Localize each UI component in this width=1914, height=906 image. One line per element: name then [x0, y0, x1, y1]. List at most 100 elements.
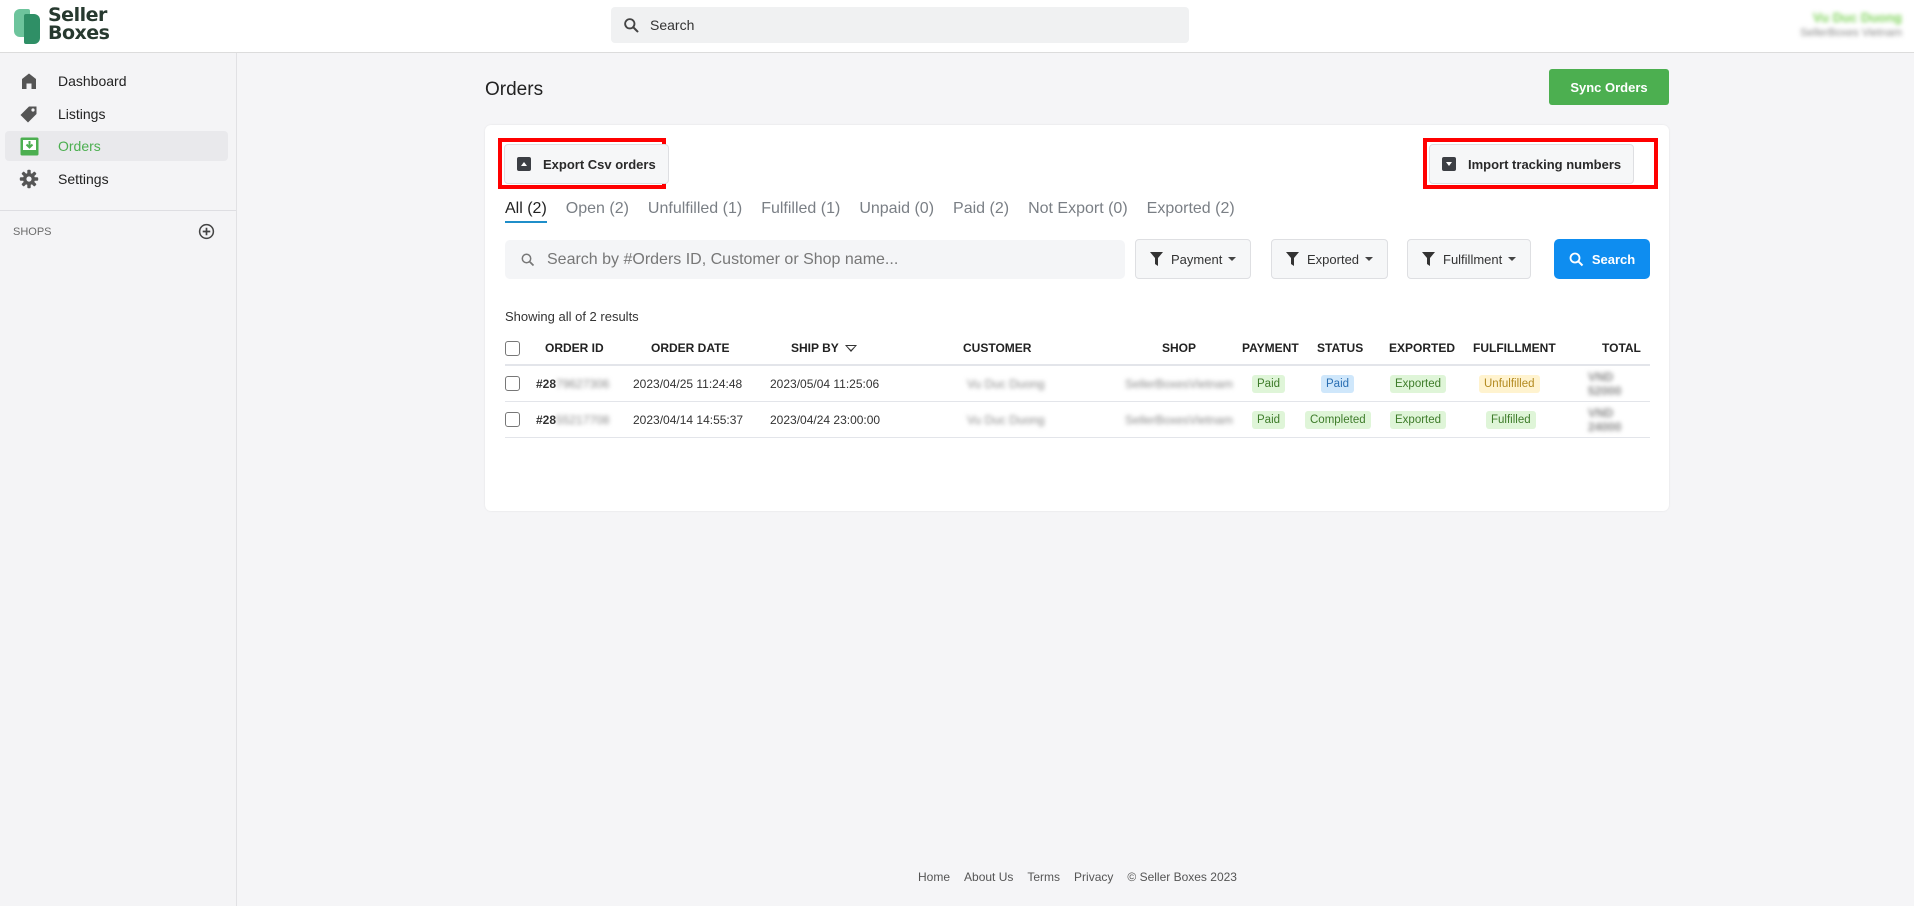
tab-open[interactable]: Open (2) — [566, 200, 629, 223]
col-exported[interactable]: EXPORTED — [1389, 332, 1455, 364]
home-icon — [19, 71, 39, 91]
search-button-label: Search — [1591, 251, 1636, 267]
import-tracking-button[interactable]: Import tracking numbers — [1429, 144, 1635, 184]
footer-link-privacy[interactable]: Privacy — [1074, 870, 1113, 884]
order-total: VND 24000 — [1588, 405, 1622, 434]
fulfillment-filter-label: Fulfillment — [1443, 251, 1503, 267]
orders-search-input[interactable]: Search by #Orders ID, Customer or Shop n… — [505, 240, 1125, 279]
exported-badge: Exported — [1390, 374, 1447, 393]
sidebar-item-label: Orders — [58, 138, 101, 154]
download-tray-icon — [19, 136, 39, 156]
search-button[interactable]: Search — [1554, 239, 1650, 279]
table-row[interactable]: #28 55217708 2023/04/14 14:55:37 2023/04/… — [505, 402, 1650, 438]
order-total: VND 52000 — [1588, 369, 1622, 398]
order-id-redacted: 55217708 — [556, 412, 610, 427]
sidebar-item-label: Settings — [58, 171, 109, 187]
shop-name: SellerBoxesVietnam — [1125, 412, 1233, 427]
col-status[interactable]: STATUS — [1317, 332, 1363, 364]
col-fulfillment[interactable]: FULFILLMENT — [1473, 332, 1556, 364]
user-name: Vu Duc Duong — [1812, 10, 1902, 25]
order-id[interactable]: #28 55217708 — [536, 402, 609, 437]
caret-down-icon — [1365, 257, 1374, 261]
payment-badge: Paid — [1252, 374, 1286, 393]
sidebar-divider — [0, 210, 236, 211]
col-shop[interactable]: SHOP — [1162, 332, 1196, 364]
footer-copyright: © Seller Boxes 2023 — [1127, 870, 1237, 884]
row-checkbox[interactable] — [505, 412, 520, 427]
order-id-redacted: 79627306 — [556, 376, 610, 391]
tab-exported[interactable]: Exported (2) — [1147, 200, 1235, 223]
orders-search-placeholder: Search by #Orders ID, Customer or Shop n… — [547, 250, 899, 268]
shops-section-label: SHOPS — [13, 226, 52, 238]
sidebar: Dashboard Listings Orders Settings SHOPS — [0, 53, 237, 906]
search-icon — [521, 253, 535, 266]
tab-not-export[interactable]: Not Export (0) — [1028, 200, 1128, 223]
filter-icon — [1286, 252, 1299, 266]
exported-badge: Exported — [1390, 410, 1447, 429]
order-id-prefix: #28 — [536, 376, 557, 391]
payment-filter-label: Payment — [1171, 251, 1223, 267]
user-menu[interactable]: Vu Duc Duong SellerBoxes Vietnam — [1800, 10, 1902, 39]
caret-down-icon — [1508, 257, 1517, 261]
col-customer[interactable]: CUSTOMER — [963, 332, 1031, 364]
sidebar-item-orders[interactable]: Orders — [5, 131, 228, 161]
col-payment[interactable]: PAYMENT — [1242, 332, 1299, 364]
payment-badge: Paid — [1252, 410, 1286, 429]
gear-icon — [19, 169, 39, 189]
row-checkbox[interactable] — [505, 376, 520, 391]
col-order-date[interactable]: ORDER DATE — [651, 332, 729, 364]
logo-text-line2: Boxes — [48, 22, 110, 44]
footer-link-terms[interactable]: Terms — [1027, 870, 1060, 884]
col-total[interactable]: TOTAL — [1602, 332, 1641, 364]
exported-filter-dropdown[interactable]: Exported — [1271, 239, 1389, 279]
results-count: Showing all of 2 results — [505, 309, 639, 324]
orders-card: Export Csv orders Import tracking number… — [485, 125, 1669, 511]
add-shop-icon[interactable] — [198, 223, 215, 240]
footer-link-about[interactable]: About Us — [964, 870, 1013, 884]
tab-unfulfilled[interactable]: Unfulfilled (1) — [648, 200, 742, 223]
shop-name: SellerBoxesVietnam — [1125, 376, 1233, 391]
order-id-prefix: #28 — [536, 412, 557, 427]
order-status-tabs: All (2) Open (2) Unfulfilled (1) Fulfill… — [505, 200, 1254, 223]
global-search-input[interactable]: Search — [611, 7, 1189, 43]
select-all-checkbox[interactable] — [505, 340, 520, 356]
sync-orders-button[interactable]: Sync Orders — [1549, 69, 1669, 105]
tab-fulfilled[interactable]: Fulfilled (1) — [761, 200, 840, 223]
sidebar-item-settings[interactable]: Settings — [5, 164, 228, 194]
import-tracking-label: Import tracking numbers — [1468, 156, 1622, 172]
page-title: Orders — [485, 79, 544, 100]
customer-name: Vu Duc Duong — [967, 412, 1045, 427]
fulfillment-filter-dropdown[interactable]: Fulfillment — [1407, 239, 1532, 279]
table-row[interactable]: #28 79627306 2023/04/25 11:24:48 2023/05/… — [505, 366, 1650, 402]
status-badge: Completed — [1305, 410, 1371, 429]
filter-icon — [1422, 252, 1435, 266]
footer: Home About Us Terms Privacy © Seller Box… — [918, 870, 1251, 884]
sidebar-item-listings[interactable]: Listings — [5, 99, 228, 129]
export-csv-label: Export Csv orders — [543, 156, 656, 172]
fulfillment-badge: Fulfilled — [1486, 410, 1536, 429]
col-order-id[interactable]: ORDER ID — [545, 332, 604, 364]
sidebar-item-dashboard[interactable]: Dashboard — [5, 66, 228, 96]
sort-desc-icon[interactable] — [844, 344, 857, 352]
col-ship-by[interactable]: SHIP BY — [791, 332, 857, 364]
export-csv-button[interactable]: Export Csv orders — [504, 144, 669, 184]
ship-by-date: 2023/05/04 11:25:06 — [770, 376, 880, 391]
tab-paid[interactable]: Paid (2) — [953, 200, 1009, 223]
status-badge: Paid — [1321, 374, 1355, 393]
footer-link-home[interactable]: Home — [918, 870, 950, 884]
caret-down-icon — [1228, 257, 1237, 261]
sidebar-item-label: Listings — [58, 106, 106, 122]
col-ship-by-label: SHIP BY — [791, 341, 839, 355]
tab-unpaid[interactable]: Unpaid (0) — [859, 200, 934, 223]
logo[interactable]: Seller Boxes — [12, 6, 110, 44]
ship-by-date: 2023/04/24 23:00:00 — [770, 412, 881, 427]
tab-all[interactable]: All (2) — [505, 200, 547, 223]
tag-icon — [19, 104, 39, 124]
order-id[interactable]: #28 79627306 — [536, 366, 609, 401]
sidebar-item-label: Dashboard — [58, 73, 127, 89]
top-bar: Seller Boxes Search Vu Duc Duong SellerB… — [0, 0, 1914, 53]
payment-filter-dropdown[interactable]: Payment — [1135, 239, 1252, 279]
user-shop: SellerBoxes Vietnam — [1800, 27, 1902, 39]
order-date: 2023/04/14 14:55:37 — [633, 412, 744, 427]
search-icon — [1569, 252, 1584, 266]
